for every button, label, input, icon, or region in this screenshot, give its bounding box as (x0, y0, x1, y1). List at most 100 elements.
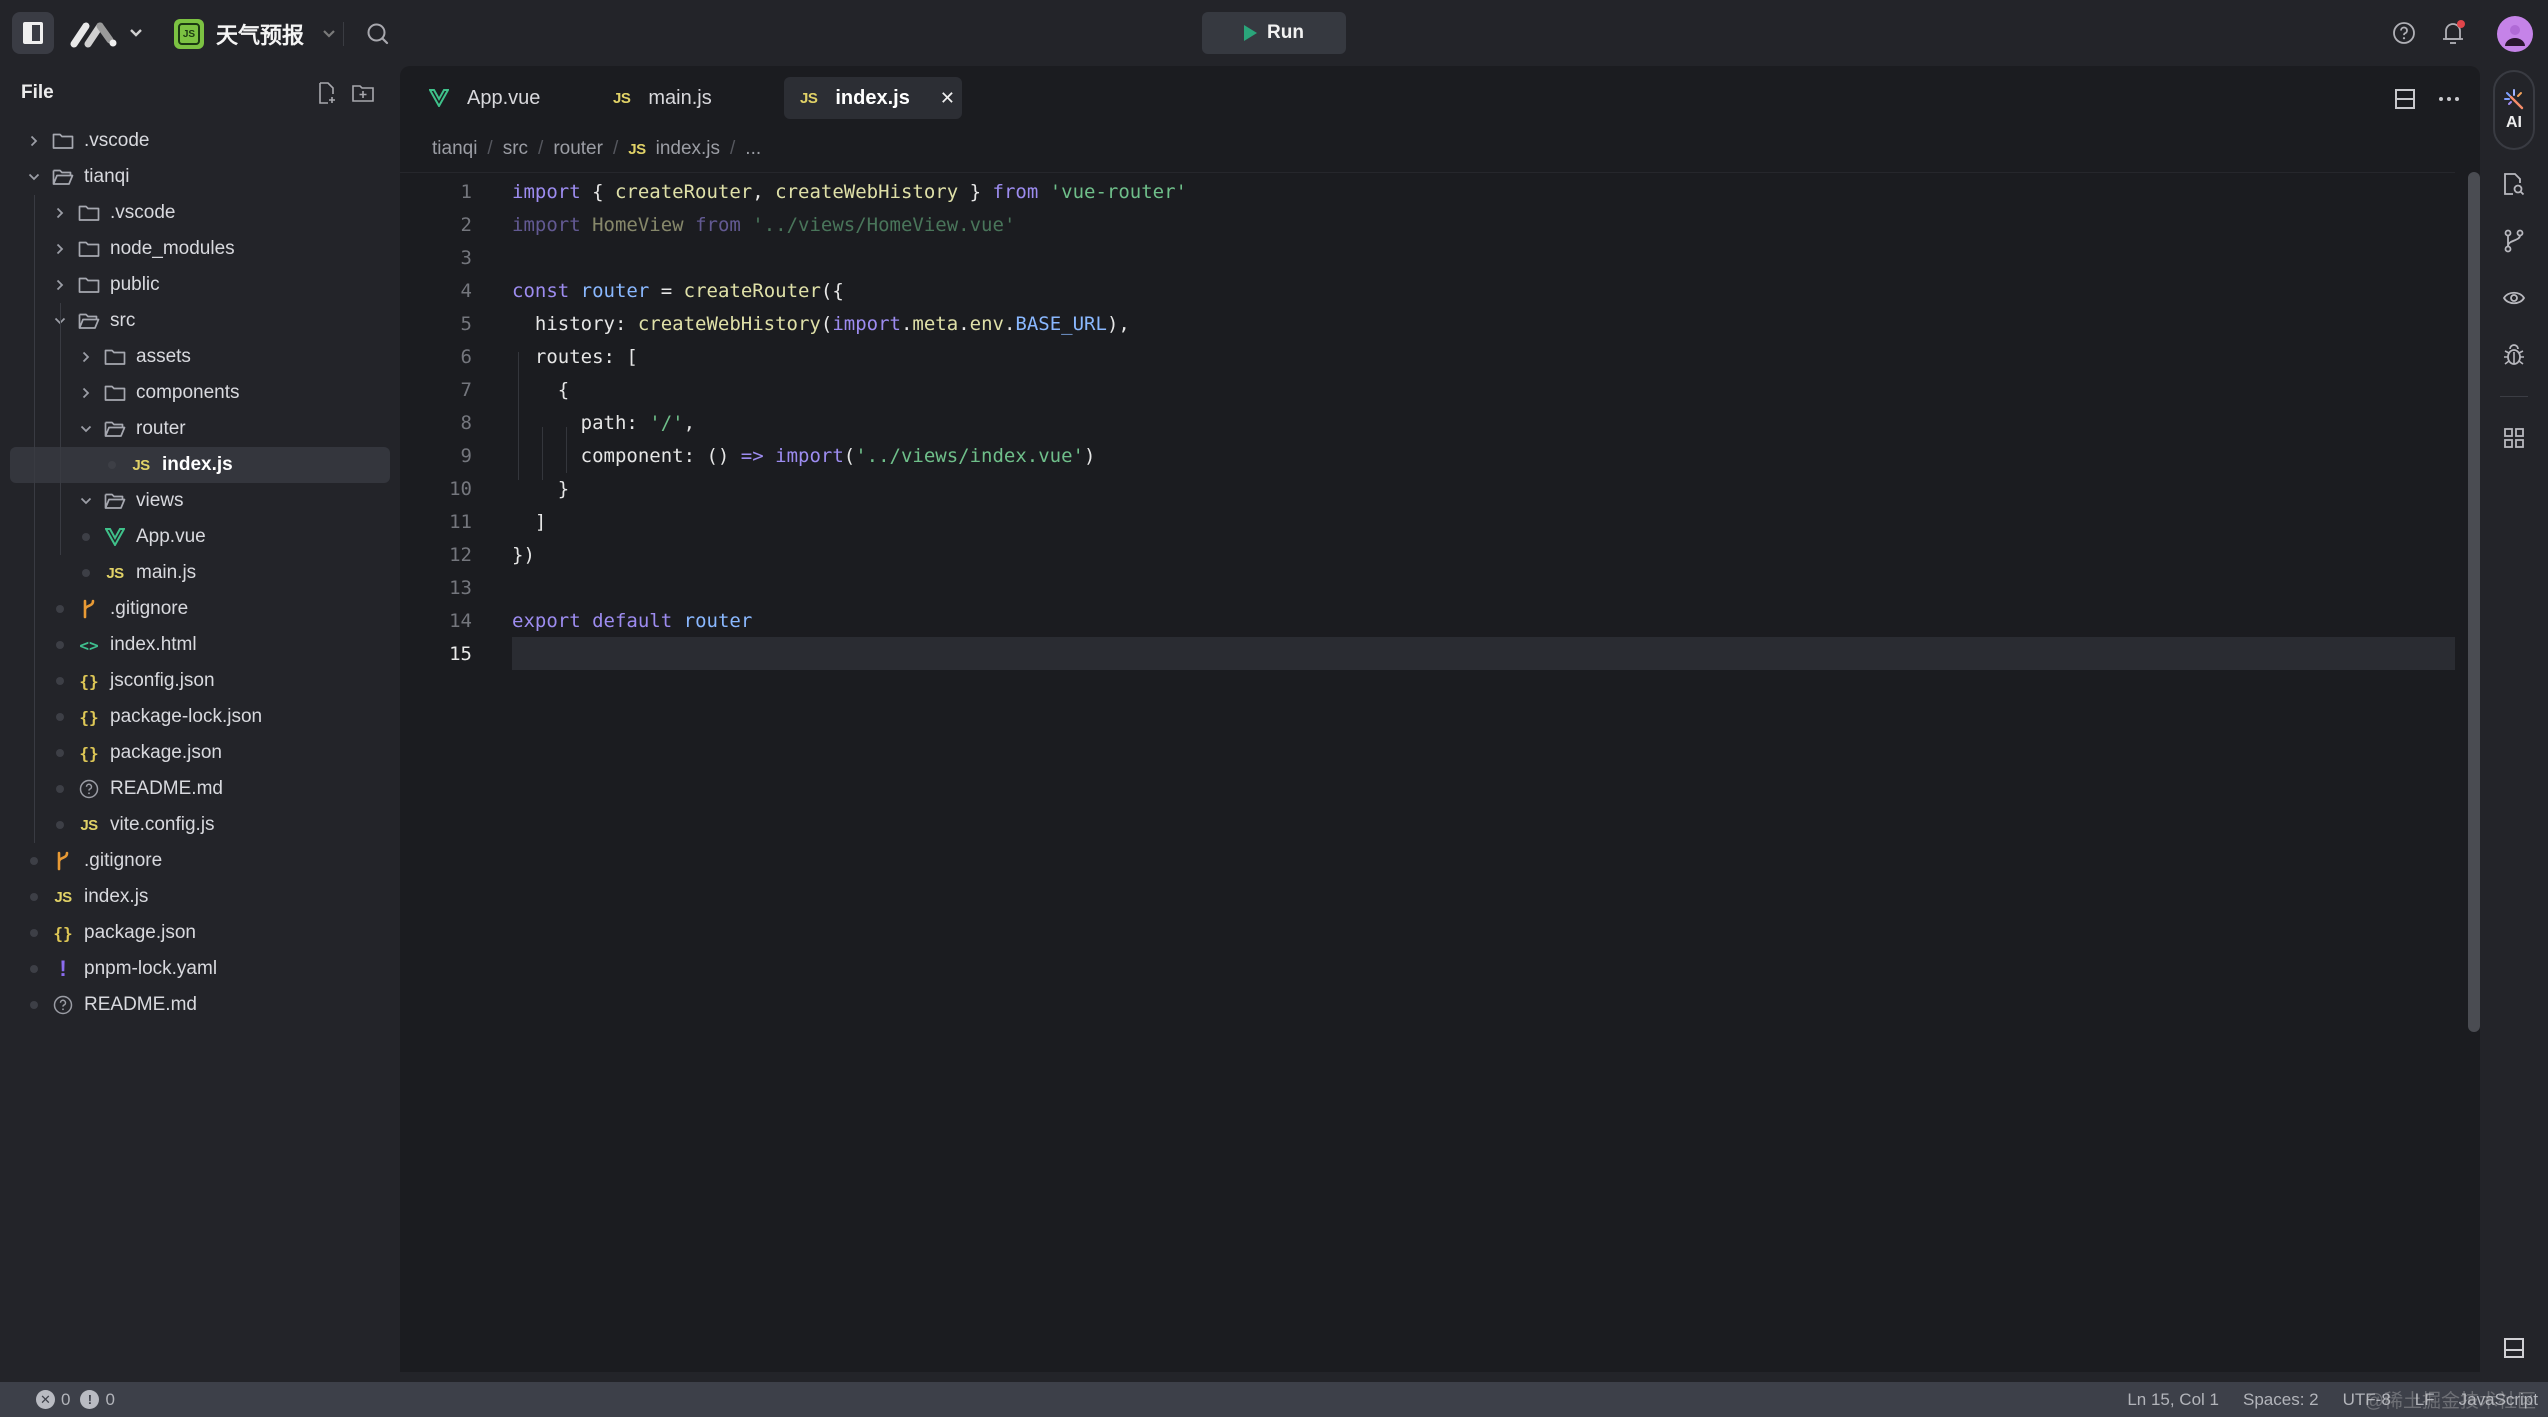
end-of-line[interactable]: LF (2415, 1390, 2435, 1410)
breadcrumb-item[interactable]: index.js (656, 138, 720, 160)
code-line[interactable]: 15 (449, 637, 2455, 670)
file-dot (24, 1001, 44, 1009)
toggle-panel-button[interactable] (2498, 1332, 2530, 1364)
tree-folder[interactable]: node_modules (0, 231, 400, 267)
sidebar-toggle-button[interactable] (12, 12, 54, 54)
git-file-icon (76, 599, 102, 619)
code-line[interactable]: 14 export default router (400, 604, 2455, 637)
chevron-down-icon[interactable] (76, 497, 96, 505)
tab-app-vue[interactable]: App.vue (413, 77, 556, 119)
json-file-icon: {} (79, 743, 99, 763)
chevron-right-icon[interactable] (24, 135, 44, 147)
chevron-right-icon[interactable] (76, 387, 96, 399)
folder-open-icon (102, 420, 128, 438)
code-line[interactable]: 5 history: createWebHistory(import.meta.… (400, 307, 2455, 340)
tree-folder[interactable]: .vscode (0, 195, 400, 231)
app-menu-chevron-icon[interactable] (125, 22, 147, 44)
tree-file[interactable]: {} jsconfig.json (0, 663, 400, 699)
indentation[interactable]: Spaces: 2 (2243, 1390, 2319, 1410)
status-bar: ✕ 0 ! 0 Ln 15, Col 1 Spaces: 2 UTF-8 LF … (0, 1382, 2548, 1417)
code-line[interactable]: 1 import { createRouter, createWebHistory… (400, 175, 2455, 208)
notifications-button[interactable] (2440, 18, 2468, 48)
split-editor-button[interactable] (2388, 82, 2422, 116)
extensions-button[interactable] (2498, 422, 2530, 454)
code-line[interactable]: 8 path: '/', (400, 406, 2455, 439)
chevron-right-icon[interactable] (50, 243, 70, 255)
editor-vertical-scrollbar[interactable] (2468, 172, 2480, 1032)
breadcrumb: tianqi / src / router / JS index.js / ..… (432, 134, 761, 164)
new-file-button[interactable] (314, 80, 340, 106)
run-button[interactable]: Run (1202, 12, 1346, 54)
tree-file[interactable]: JS main.js (0, 555, 400, 591)
tree-folder[interactable]: tianqi (0, 159, 400, 195)
code-line[interactable]: 12}) (400, 538, 2455, 571)
chevron-right-icon[interactable] (76, 351, 96, 363)
tree-file[interactable]: JS index.js (0, 879, 400, 915)
code-line[interactable]: 2 import HomeView from '../views/HomeView… (400, 208, 2455, 241)
tree-item-label: src (110, 310, 136, 331)
tree-file[interactable]: {} package-lock.json (0, 699, 400, 735)
search-button[interactable] (364, 20, 392, 48)
chevron-right-icon[interactable] (50, 207, 70, 219)
tree-file[interactable]: {} package.json (0, 915, 400, 951)
chevron-right-icon[interactable] (50, 279, 70, 291)
line-number: 10 (449, 477, 472, 500)
code-line[interactable]: 3 (400, 241, 2455, 274)
code-line[interactable]: 7 { (400, 373, 2455, 406)
breadcrumb-item[interactable]: router (553, 138, 603, 160)
tab-main-js[interactable]: JS main.js (597, 77, 728, 119)
tab-label: main.js (648, 86, 712, 109)
file-search-button[interactable] (2498, 168, 2530, 200)
line-number: 2 (460, 213, 472, 236)
code-line[interactable]: 4 const router = createRouter({ (400, 274, 2455, 307)
folder-open-icon (102, 492, 128, 510)
new-folder-button[interactable] (350, 80, 376, 106)
breadcrumb-item[interactable]: src (503, 138, 528, 160)
chevron-down-icon[interactable] (76, 425, 96, 433)
eye-icon (2502, 291, 2526, 305)
tab-index-js[interactable]: JS index.js ✕ (784, 77, 962, 119)
js-file-icon: JS (628, 140, 646, 158)
preview-button[interactable] (2498, 282, 2530, 314)
tree-file[interactable]: {} package.json (0, 735, 400, 771)
ai-assistant-button[interactable]: AI (2493, 70, 2535, 150)
breadcrumb-separator: / (538, 138, 544, 159)
breadcrumb-item[interactable]: ... (745, 138, 761, 160)
tree-folder[interactable]: public (0, 267, 400, 303)
tree-file[interactable]: .gitignore (0, 843, 400, 879)
code-line[interactable]: 10 } (400, 472, 2455, 505)
code-line[interactable]: 13 (400, 571, 2455, 604)
more-actions-button[interactable] (2432, 82, 2466, 116)
close-tab-icon[interactable]: ✕ (940, 88, 955, 109)
split-editor-icon (2395, 89, 2415, 109)
tree-folder[interactable]: .vscode (0, 123, 400, 159)
debug-button[interactable] (2498, 339, 2530, 371)
source-control-button[interactable] (2498, 225, 2530, 257)
cursor-position[interactable]: Ln 15, Col 1 (2127, 1390, 2219, 1410)
app-logo-icon[interactable] (70, 18, 120, 48)
encoding[interactable]: UTF-8 (2343, 1390, 2391, 1410)
folder-icon (50, 132, 76, 150)
tree-file[interactable]: ! pnpm-lock.yaml (0, 951, 400, 987)
json-file-icon: {} (53, 923, 73, 943)
play-icon (1244, 25, 1258, 41)
project-switcher[interactable]: JS 天气预报 (174, 17, 336, 51)
code-line[interactable]: 11 ] (400, 505, 2455, 538)
tree-file[interactable]: JS vite.config.js (0, 807, 400, 843)
code-editor[interactable]: 1 import { createRouter, createWebHistory… (400, 172, 2455, 1362)
tree-file[interactable]: JS index.js (10, 447, 390, 483)
problems-indicator[interactable]: ✕ 0 ! 0 (36, 1382, 115, 1417)
chevron-down-icon[interactable] (24, 173, 44, 181)
code-text: history: createWebHistory(import.meta.en… (512, 312, 1130, 335)
tree-file[interactable]: <> index.html (0, 627, 400, 663)
help-button[interactable] (2391, 20, 2417, 46)
code-line[interactable]: 9 component: () => import('../views/inde… (400, 439, 2455, 472)
language-mode[interactable]: JavaScript (2459, 1390, 2538, 1410)
tree-file[interactable]: README.md (0, 987, 400, 1023)
code-line[interactable]: 6 routes: [ (400, 340, 2455, 373)
breadcrumb-item[interactable]: tianqi (432, 138, 477, 160)
tree-file[interactable]: README.md (0, 771, 400, 807)
tree-item-label: package-lock.json (110, 706, 263, 727)
user-avatar[interactable] (2497, 16, 2533, 52)
tree-file[interactable]: .gitignore (0, 591, 400, 627)
